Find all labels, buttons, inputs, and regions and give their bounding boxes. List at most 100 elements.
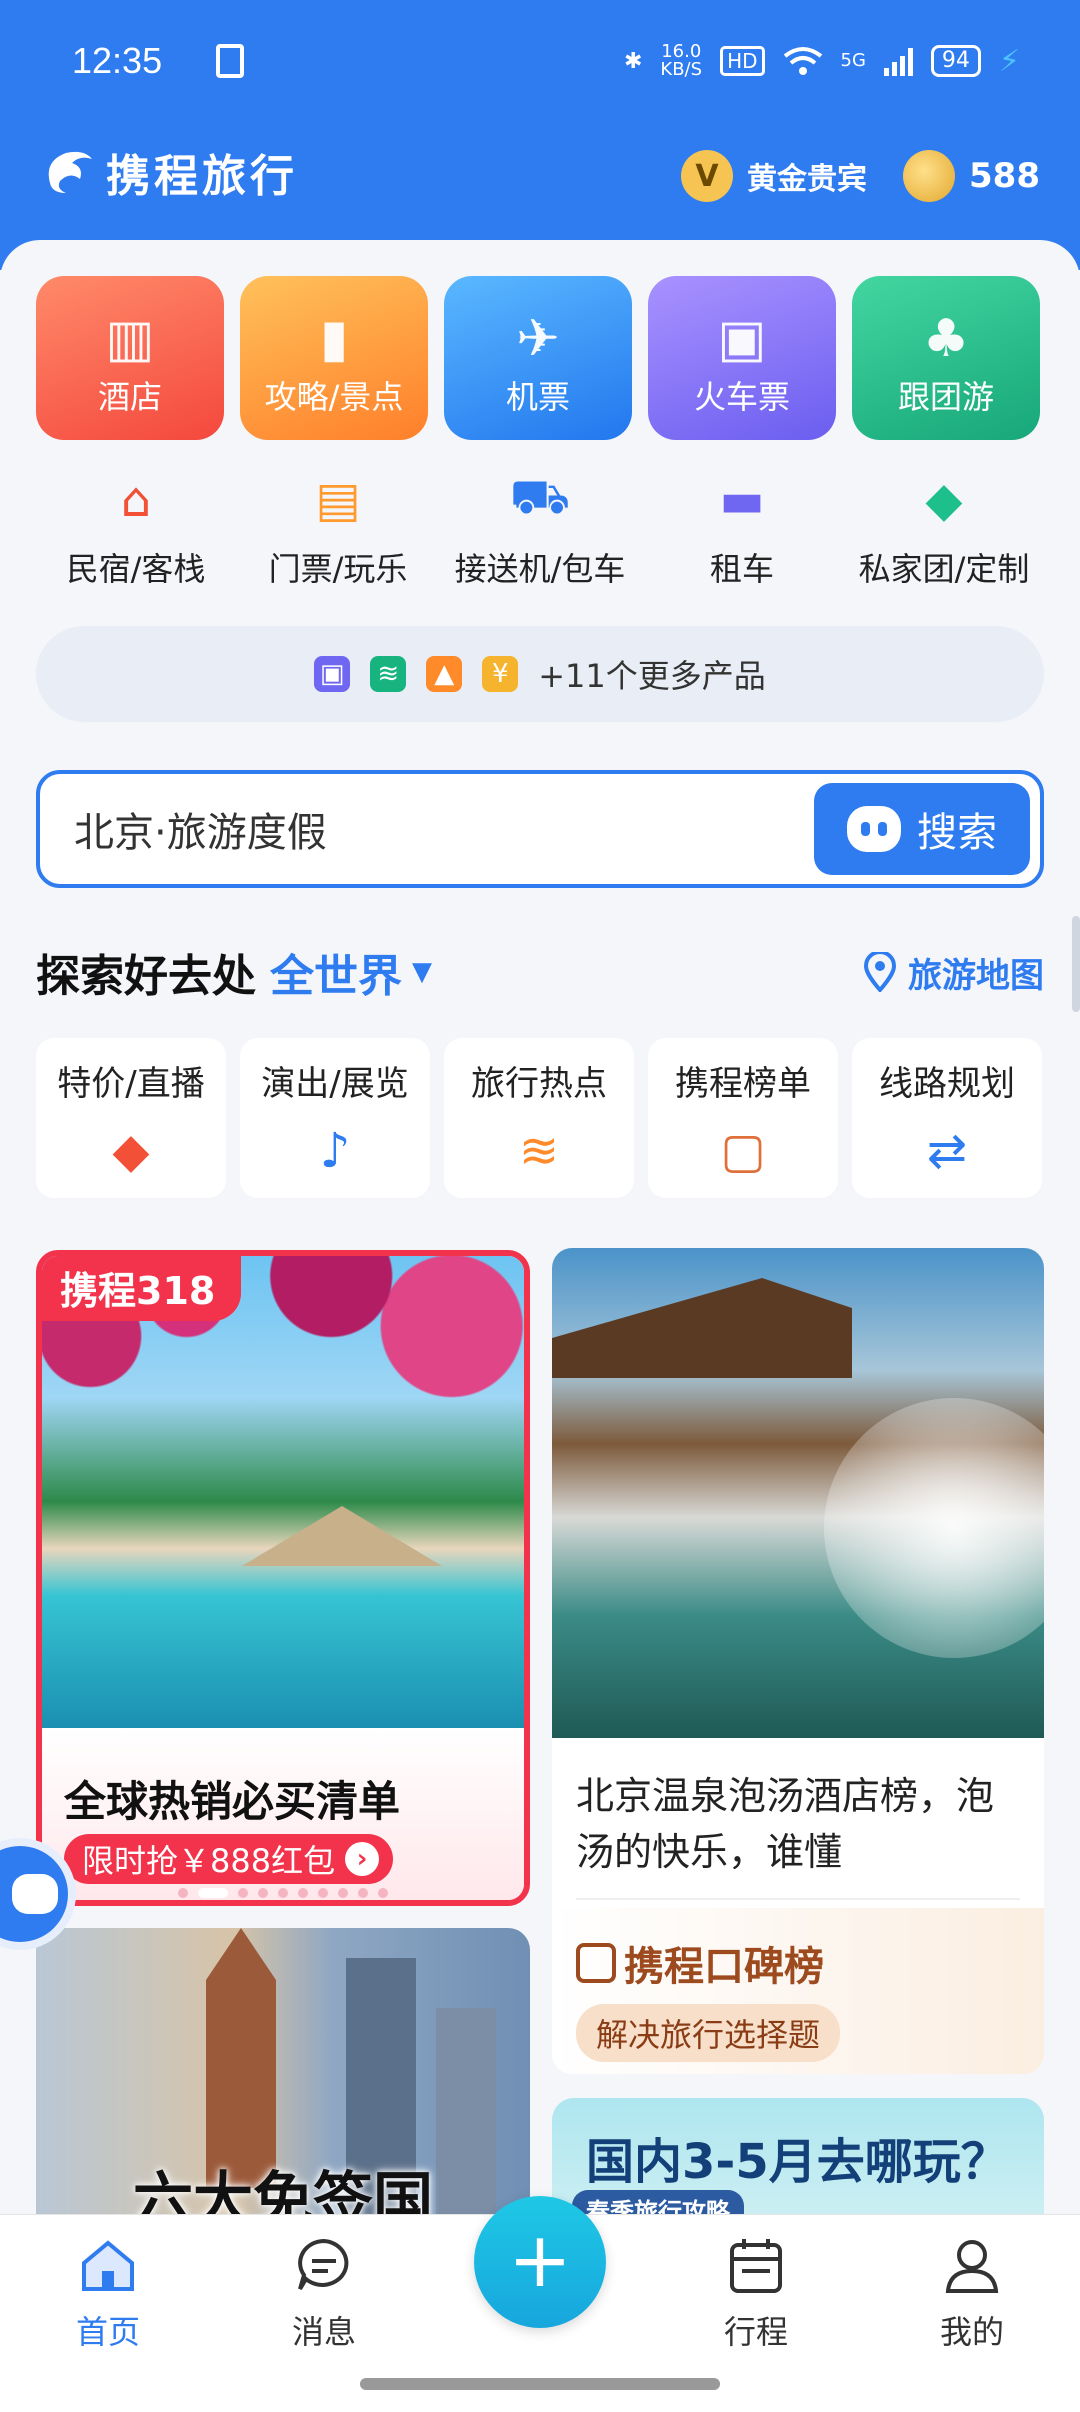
member-level[interactable]: 黄金贵宾: [747, 154, 867, 198]
more-products-label: +11个更多产品: [538, 657, 766, 695]
category-label: 旅行热点: [471, 1064, 607, 1104]
music-note-icon: ♪: [319, 1123, 351, 1179]
net-speed: 16.0 KB/S: [660, 41, 703, 80]
category-hot[interactable]: 旅行热点 ≋: [444, 1038, 634, 1198]
card-body: 北京温泉泡汤酒店榜，泡汤的快乐，谁懂 携程口碑榜 解决旅行选择题: [552, 1738, 1044, 2074]
flag-icon: ≋: [518, 1123, 560, 1179]
travel-map-link[interactable]: 旅游地图: [862, 948, 1044, 997]
wifi-icon: [783, 47, 822, 75]
category-rankings[interactable]: 携程榜单 ▢: [648, 1038, 838, 1198]
vip-badge-icon: V: [681, 150, 734, 202]
visa-icon: ▲: [426, 656, 463, 692]
service-label: 民宿/客栈: [66, 550, 206, 588]
category-label: 携程榜单: [675, 1064, 811, 1104]
service-homestay[interactable]: ⌂ 民宿/客栈: [36, 470, 236, 590]
church-spire-shape: [206, 1928, 276, 2188]
service-label: 私家团/定制: [858, 550, 1030, 588]
tile-guide[interactable]: ▮ 攻略/景点: [240, 276, 428, 440]
homestay-icon: ⌂: [120, 472, 152, 528]
main-service-tiles: ▥ 酒店 ▮ 攻略/景点 ✈ 机票 ▣ 火车票 ♣ 跟团游: [36, 276, 1040, 440]
secondary-services: ⌂ 民宿/客栈 ▤ 门票/玩乐 ⛟ 接送机/包车 ▬ 租车 ◆ 私家团/定制: [36, 469, 1044, 590]
search-box[interactable]: 北京·旅游度假 搜索: [36, 770, 1044, 888]
train-icon: ▣: [717, 309, 767, 369]
service-transfer[interactable]: ⛟ 接送机/包车: [440, 469, 640, 590]
home-indicator[interactable]: [360, 2378, 720, 2390]
category-deals[interactable]: 特价/直播 ◆: [36, 1038, 226, 1198]
explore-header: 探索好去处 全世界 ▼ 旅游地图: [36, 940, 1044, 1004]
dolphin-logo-icon: [48, 151, 92, 193]
travel-map-label: 旅游地图: [908, 955, 1044, 996]
category-route[interactable]: 线路规划 ⇄: [852, 1038, 1042, 1198]
hotel-icon: ▥: [105, 309, 155, 369]
tile-label: 酒店: [97, 378, 162, 416]
search-button[interactable]: 搜索: [814, 783, 1030, 875]
palm-tree-icon: ♣: [922, 309, 970, 369]
robot-icon: [847, 806, 901, 852]
tile-label: 机票: [505, 378, 570, 416]
ranking-icon: ▢: [720, 1123, 766, 1179]
route-icon: ⇄: [926, 1123, 968, 1179]
tile-hotel[interactable]: ▥ 酒店: [36, 276, 224, 440]
service-tickets[interactable]: ▤ 门票/玩乐: [238, 470, 438, 590]
service-label: 门票/玩乐: [268, 550, 408, 588]
explore-title: 探索好去处: [36, 951, 256, 1002]
member-info[interactable]: V 黄金贵宾 588: [681, 150, 1040, 202]
divider: [576, 1898, 1020, 1900]
car-icon: ▬: [719, 472, 765, 528]
add-button[interactable]: +: [474, 2196, 606, 2328]
message-icon: [298, 2238, 349, 2291]
roof-shape: [552, 1278, 852, 1378]
explore-categories: 特价/直播 ◆ 演出/展览 ♪ 旅行热点 ≋ 携程榜单 ▢ 线路规划 ⇄: [36, 1038, 1042, 1198]
ticket-icon: ▤: [315, 472, 361, 528]
service-label: 租车: [709, 550, 774, 588]
promo-tag: 携程318: [42, 1256, 242, 1321]
sim-icon: [216, 44, 245, 78]
tab-label: 我的: [939, 2313, 1004, 2351]
category-shows[interactable]: 演出/展览 ♪: [240, 1038, 430, 1198]
category-label: 特价/直播: [57, 1064, 205, 1104]
carousel-dots: [42, 1888, 524, 1898]
rank-logo-icon: [576, 1943, 616, 1983]
price-tag-icon: ◆: [112, 1123, 150, 1179]
service-label: 接送机/包车: [454, 550, 626, 588]
tile-label: 跟团游: [897, 378, 994, 416]
tile-train[interactable]: ▣ 火车票: [648, 276, 836, 440]
rank-chip[interactable]: 解决旅行选择题: [576, 2004, 841, 2062]
signal-icon: [883, 46, 913, 76]
card-title: 国内3-5月去哪玩？: [586, 2134, 1009, 2190]
more-products-bar[interactable]: ▣ ≋ ▲ ¥ +11个更多产品: [36, 626, 1044, 722]
tab-home[interactable]: 首页: [28, 2233, 188, 2353]
guide-book-icon: ▮: [319, 309, 349, 369]
network-type: 5G: [840, 50, 866, 71]
points-count[interactable]: 588: [969, 156, 1040, 196]
bluetooth-icon: ✱: [623, 48, 643, 74]
region-selector[interactable]: 全世界: [270, 940, 402, 1004]
app-logo: 携程旅行: [40, 140, 298, 204]
status-time: 12:35: [72, 40, 163, 81]
category-label: 线路规划: [879, 1064, 1015, 1104]
tile-tour[interactable]: ♣ 跟团游: [852, 276, 1040, 440]
tab-trips[interactable]: 行程: [676, 2233, 836, 2353]
category-label: 演出/展览: [261, 1064, 409, 1104]
finance-icon: ¥: [482, 656, 519, 692]
bus-icon: ▣: [314, 656, 351, 692]
service-car-rental[interactable]: ▬ 租车: [642, 470, 842, 590]
logo-text: 携程旅行: [106, 151, 298, 202]
calendar-icon: [730, 2239, 782, 2293]
service-private-tour[interactable]: ◆ 私家团/定制: [844, 470, 1044, 590]
deal-label: 限时抢￥888红包: [82, 1842, 336, 1880]
tile-flight[interactable]: ✈ 机票: [444, 276, 632, 440]
search-button-label: 搜索: [917, 810, 997, 856]
feed-card-promo[interactable]: 携程318 全球热销必买清单 限时抢￥888红包 ›: [36, 1250, 530, 1906]
hd-icon: HD: [720, 46, 765, 76]
tab-messages[interactable]: 消息: [244, 2233, 404, 2353]
private-tour-icon: ◆: [925, 472, 963, 528]
tile-label: 攻略/景点: [264, 378, 404, 416]
tab-me[interactable]: 我的: [892, 2233, 1052, 2353]
feed-card-hotspring[interactable]: 北京温泉泡汤酒店榜，泡汤的快乐，谁懂 携程口碑榜 解决旅行选择题: [552, 1248, 1044, 2074]
search-input[interactable]: 北京·旅游度假: [74, 800, 814, 858]
deal-button[interactable]: 限时抢￥888红包 ›: [64, 1834, 394, 1884]
scrollbar[interactable]: [1072, 916, 1080, 1012]
airplane-icon: ✈: [516, 309, 560, 369]
caret-down-icon[interactable]: ▼: [412, 957, 432, 987]
